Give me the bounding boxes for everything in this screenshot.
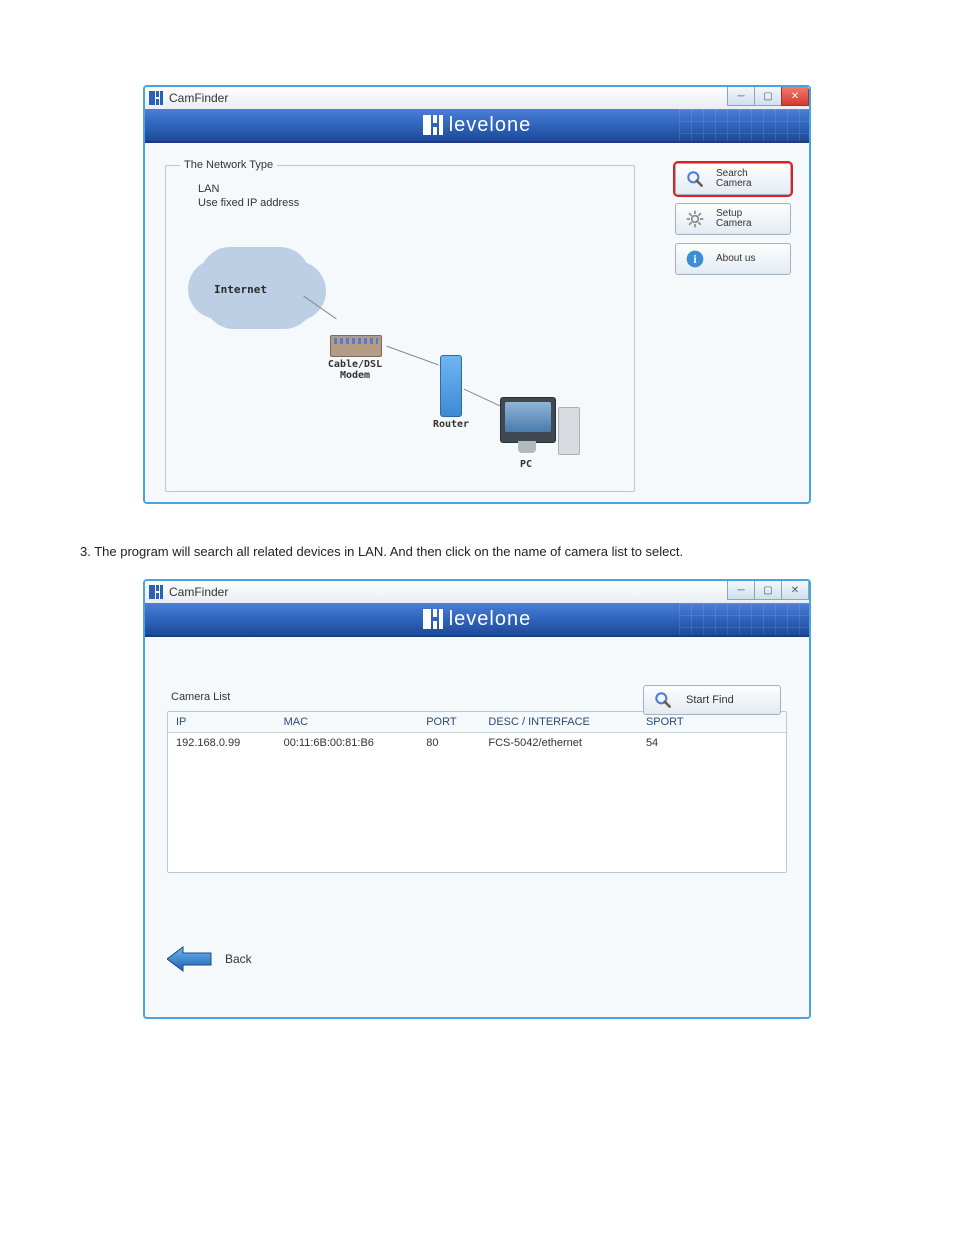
network-type-legend: The Network Type (180, 159, 277, 171)
network-type-fieldset: The Network Type LAN Use fixed IP addres… (165, 159, 635, 492)
close-button[interactable]: ✕ (781, 581, 809, 600)
brand-bar: levelone (145, 109, 809, 143)
internet-label: Internet (214, 283, 267, 296)
brand-icon (423, 609, 443, 629)
brand-text: levelone (449, 608, 532, 631)
setup-camera-button[interactable]: Setup Camera (675, 203, 791, 235)
minimize-button[interactable]: ─ (727, 581, 755, 600)
cell-sport: 54 (638, 733, 710, 754)
diagram-line (464, 389, 501, 407)
window-body: Start Find Camera List IP MAC PORT DESC … (145, 637, 809, 1017)
minimize-button[interactable]: ─ (727, 87, 755, 106)
cell-ip: 192.168.0.99 (168, 733, 276, 754)
pc-label: PC (520, 459, 532, 470)
maximize-button[interactable]: ▢ (754, 581, 782, 600)
gear-icon (684, 208, 706, 230)
back-button[interactable]: Back (167, 945, 787, 973)
cell-desc: FCS-5042/ethernet (480, 733, 638, 754)
start-find-label: Start Find (686, 694, 734, 706)
doc-step-text: 3. The program will search all related d… (80, 544, 914, 559)
camfinder-window-list: CamFinder ─ ▢ ✕ levelone Start Find Came… (143, 579, 811, 1019)
modem-label: Cable/DSL Modem (318, 359, 392, 381)
camfinder-window-network: CamFinder ─ ▢ ✕ levelone The Network Typ… (143, 85, 811, 504)
cell-port: 80 (418, 733, 480, 754)
camera-table[interactable]: IP MAC PORT DESC / INTERFACE SPORT 192.1… (167, 711, 787, 873)
app-icon (149, 585, 163, 599)
col-desc[interactable]: DESC / INTERFACE (480, 712, 638, 733)
col-mac[interactable]: MAC (276, 712, 419, 733)
window-controls: ─ ▢ ✕ (728, 87, 809, 105)
titlebar: CamFinder ─ ▢ ✕ (145, 87, 809, 109)
sidebar-buttons: Search Camera Setup Camera i About us (675, 163, 791, 283)
info-icon: i (684, 248, 706, 270)
magnifier-icon (684, 168, 706, 190)
network-type-line1: LAN (198, 183, 620, 195)
maximize-button[interactable]: ▢ (754, 87, 782, 106)
router-icon (440, 355, 462, 417)
close-button[interactable]: ✕ (781, 87, 809, 106)
col-ip[interactable]: IP (168, 712, 276, 733)
brand-icon (423, 115, 443, 135)
about-us-label: About us (716, 254, 755, 265)
diagram-line (386, 346, 438, 366)
modem-icon (330, 335, 382, 357)
brandbar-grid-decor (679, 109, 809, 141)
window-title: CamFinder (169, 585, 228, 599)
setup-camera-label: Setup Camera (716, 209, 752, 230)
col-sport[interactable]: SPORT (638, 712, 710, 733)
network-type-line2: Use fixed IP address (198, 197, 620, 209)
magnifier-icon (652, 689, 674, 711)
back-arrow-icon (167, 945, 213, 973)
pc-icon (500, 397, 580, 457)
network-diagram: Internet Cable/DSL Modem Router PC (180, 227, 620, 477)
router-label: Router (416, 419, 486, 430)
window-body: The Network Type LAN Use fixed IP addres… (145, 143, 809, 502)
back-label: Back (225, 952, 252, 966)
start-find-button[interactable]: Start Find (643, 685, 781, 715)
doc-intro-line (140, 50, 914, 65)
cell-mac: 00:11:6B:00:81:B6 (276, 733, 419, 754)
col-port[interactable]: PORT (418, 712, 480, 733)
table-row[interactable]: 192.168.0.99 00:11:6B:00:81:B6 80 FCS-50… (168, 733, 786, 754)
search-camera-button[interactable]: Search Camera (675, 163, 791, 195)
app-icon (149, 91, 163, 105)
diagram-line (303, 296, 336, 320)
brand-bar: levelone (145, 603, 809, 637)
window-title: CamFinder (169, 91, 228, 105)
about-us-button[interactable]: i About us (675, 243, 791, 275)
internet-cloud-icon (200, 247, 310, 307)
titlebar: CamFinder ─ ▢ ✕ (145, 581, 809, 603)
search-camera-label: Search Camera (716, 169, 752, 190)
brandbar-grid-decor (679, 603, 809, 635)
window-controls: ─ ▢ ✕ (728, 581, 809, 599)
brand-text: levelone (449, 114, 532, 137)
